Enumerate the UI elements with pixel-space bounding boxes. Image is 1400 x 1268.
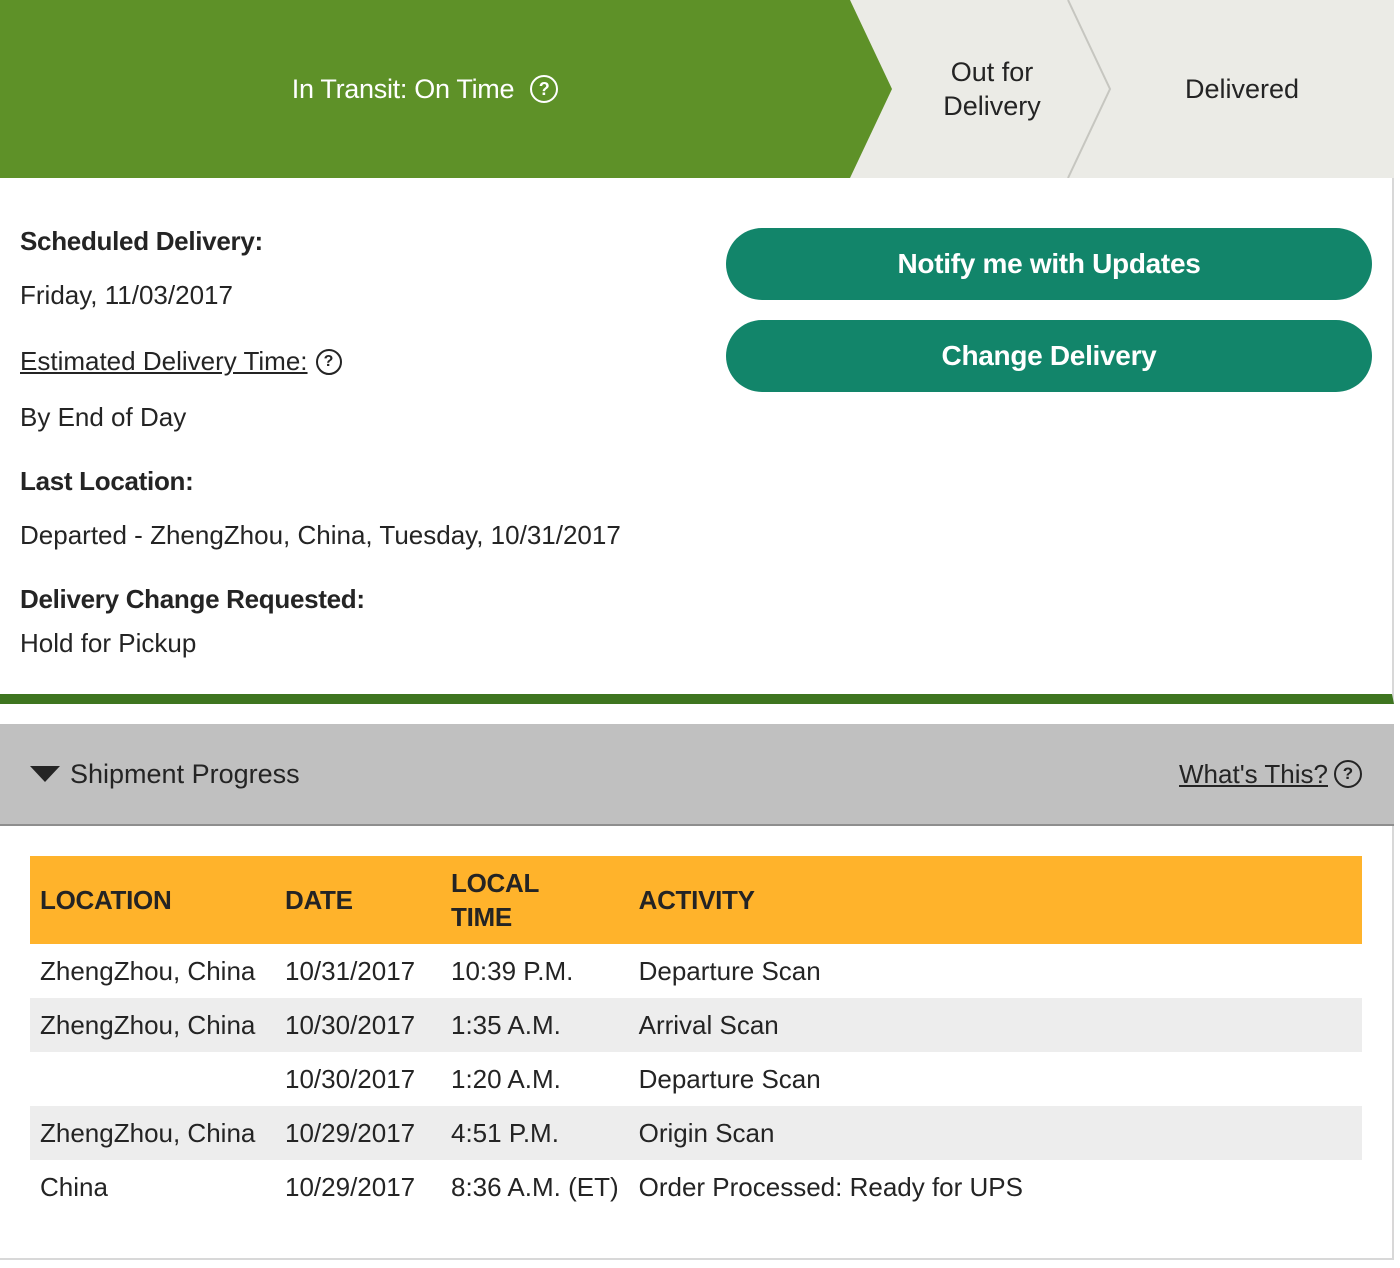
cell-location: China [40,1171,108,1202]
shipment-progress-header: Shipment Progress What's This? ? [0,724,1394,826]
shipment-progress-table: LOCATION DATE LOCAL TIME ACTIVITY ZhengZ… [30,856,1362,1214]
cell-activity: Departure Scan [638,955,821,986]
cell-activity: Order Processed: Ready for UPS [638,1171,1023,1202]
step-out-for-delivery: Out for Delivery [880,0,1104,178]
cell-date: 10/31/2017 [285,955,416,986]
table-row: ZhengZhou, China 10/30/2017 1:35 A.M. Ar… [30,998,1362,1052]
cell-date: 10/30/2017 [285,1063,416,1094]
cell-time: 4:51 P.M. [451,1117,559,1148]
cell-date: 10/30/2017 [285,1009,416,1040]
cell-time: 10:39 P.M. [451,955,574,986]
step-out-for-delivery-line1: Out for [950,57,1034,87]
whats-this-link[interactable]: What's This? ? [1179,724,1362,824]
column-header-local-time-line1: LOCAL [451,868,540,898]
last-location-value: Departed - ZhengZhou, China, Tuesday, 10… [20,520,621,550]
triangle-down-icon [30,766,60,782]
last-location-label: Last Location: [20,466,194,496]
shipment-progress-title: Shipment Progress [70,758,300,789]
shipment-progress-body: LOCATION DATE LOCAL TIME ACTIVITY ZhengZ… [0,826,1394,1260]
cell-time: 8:36 A.M. (ET) [451,1171,619,1202]
column-header-location: LOCATION [40,885,172,915]
table-header-row: LOCATION DATE LOCAL TIME ACTIVITY [30,856,1362,944]
cell-location [30,1052,275,1106]
step-delivered-label: Delivered [1184,73,1300,104]
delivery-change-requested-value: Hold for Pickup [20,628,197,658]
progress-stepper: In Transit: On Time ? Out for Delivery D… [0,0,1394,178]
column-header-local-time-line2: TIME [451,902,512,932]
cell-location: ZhengZhou, China [40,955,256,986]
cell-date: 10/29/2017 [285,1171,416,1202]
step-delivered: Delivered [1110,0,1374,178]
cell-time: 1:35 A.M. [451,1009,561,1040]
step-in-transit-label: In Transit: On Time [291,73,515,104]
cell-time: 1:20 A.M. [451,1063,561,1094]
help-icon[interactable]: ? [315,348,342,375]
delivery-change-requested-label: Delivery Change Requested: [20,584,365,614]
cell-activity: Arrival Scan [638,1009,779,1040]
change-delivery-button[interactable]: Change Delivery [726,320,1372,392]
estimated-delivery-time: Estimated Delivery Time: ? [20,346,342,377]
table-row: 10/30/2017 1:20 A.M. Departure Scan [30,1052,1362,1106]
cell-activity: Departure Scan [638,1063,821,1094]
cell-location: ZhengZhou, China [40,1009,256,1040]
table-row: ZhengZhou, China 10/31/2017 10:39 P.M. D… [30,944,1362,998]
cell-location: ZhengZhou, China [40,1117,256,1148]
whats-this-label[interactable]: What's This? [1179,759,1328,790]
help-icon[interactable]: ? [1334,760,1362,788]
notify-updates-button[interactable]: Notify me with Updates [726,228,1372,300]
delivery-details: Scheduled Delivery: Friday, 11/03/2017 E… [0,178,1394,704]
column-header-activity: ACTIVITY [638,885,755,915]
column-header-local-time: LOCAL TIME [441,856,629,944]
estimated-delivery-value: By End of Day [20,402,187,432]
scheduled-delivery-value: Friday, 11/03/2017 [20,280,233,310]
table-row: ZhengZhou, China 10/29/2017 4:51 P.M. Or… [30,1106,1362,1160]
table-row: China 10/29/2017 8:36 A.M. (ET) Order Pr… [30,1160,1362,1214]
shipment-progress-toggle[interactable]: Shipment Progress [30,724,300,824]
estimated-delivery-time-link[interactable]: Estimated Delivery Time: [20,346,308,377]
cell-date: 10/29/2017 [285,1117,416,1148]
step-out-for-delivery-line2: Delivery [943,91,1041,121]
cell-activity: Origin Scan [638,1117,775,1148]
step-in-transit: In Transit: On Time ? [0,0,850,178]
help-icon[interactable]: ? [530,75,559,103]
scheduled-delivery-label: Scheduled Delivery: [20,226,263,256]
column-header-date: DATE [285,885,353,915]
